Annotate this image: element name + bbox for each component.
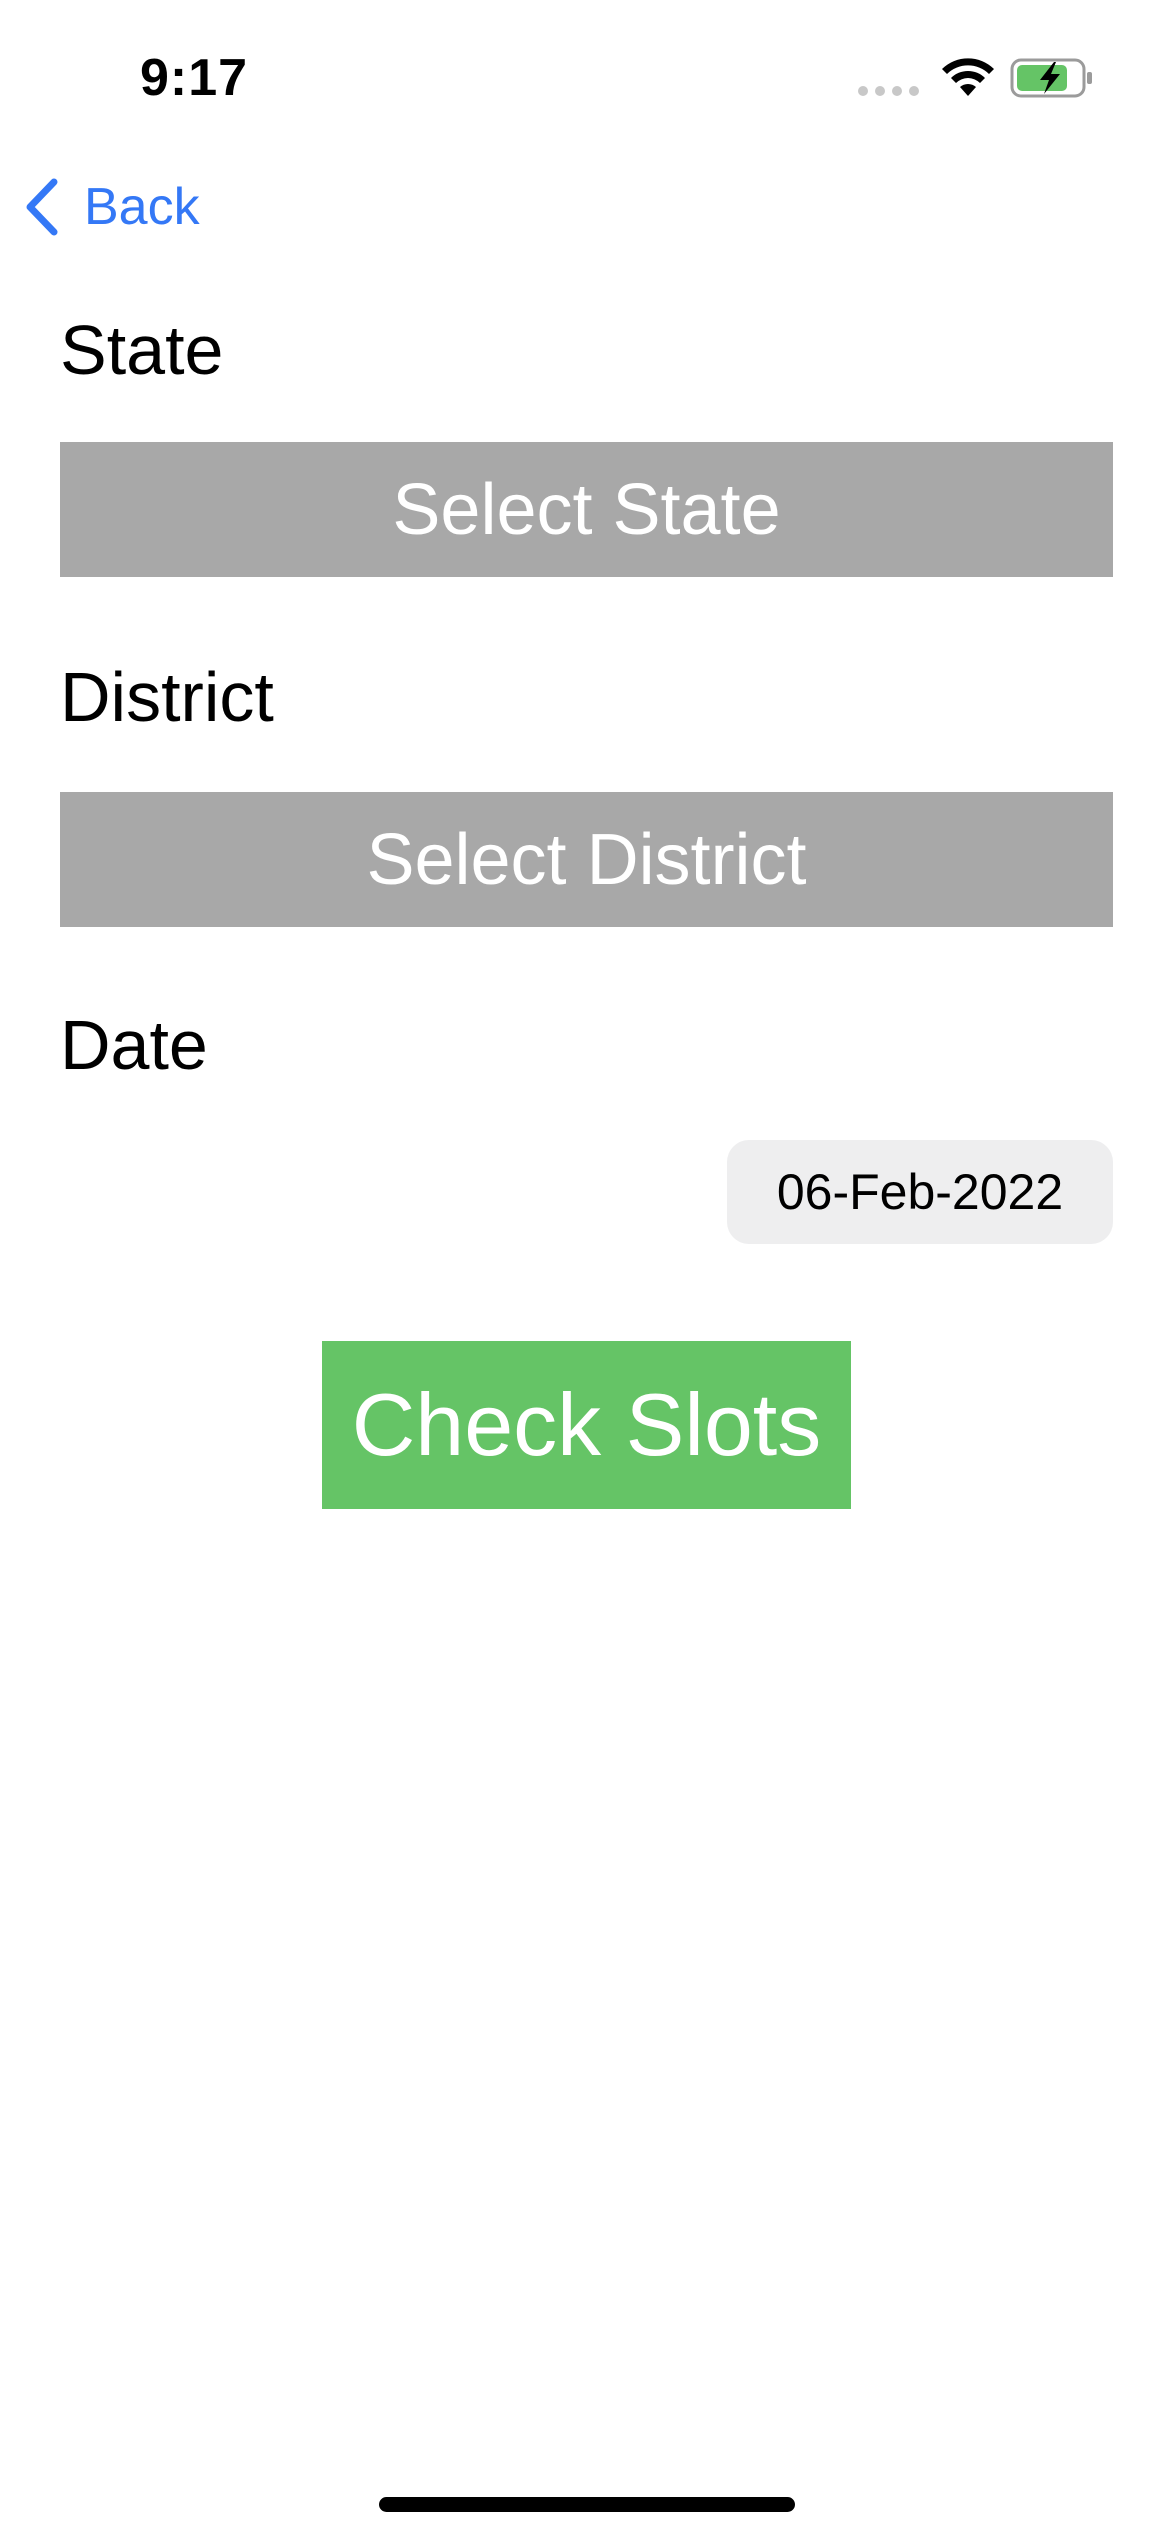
- date-label: Date: [60, 1006, 208, 1084]
- select-state-button[interactable]: Select State: [60, 442, 1113, 577]
- wifi-icon: [942, 58, 994, 96]
- back-button-label: Back: [84, 178, 200, 236]
- check-slots-button[interactable]: Check Slots: [322, 1341, 851, 1509]
- battery-charging-icon: [1010, 58, 1092, 98]
- district-label: District: [60, 658, 274, 736]
- status-time: 9:17: [140, 49, 249, 107]
- date-picker[interactable]: 06-Feb-2022: [727, 1140, 1113, 1244]
- cellular-signal-icon: [858, 86, 919, 96]
- back-button[interactable]: Back: [22, 172, 200, 242]
- status-bar: 9:17: [0, 0, 1170, 150]
- home-indicator[interactable]: [379, 2497, 795, 2512]
- state-label: State: [60, 311, 224, 389]
- chevron-left-icon: [26, 178, 58, 236]
- select-district-button[interactable]: Select District: [60, 792, 1113, 927]
